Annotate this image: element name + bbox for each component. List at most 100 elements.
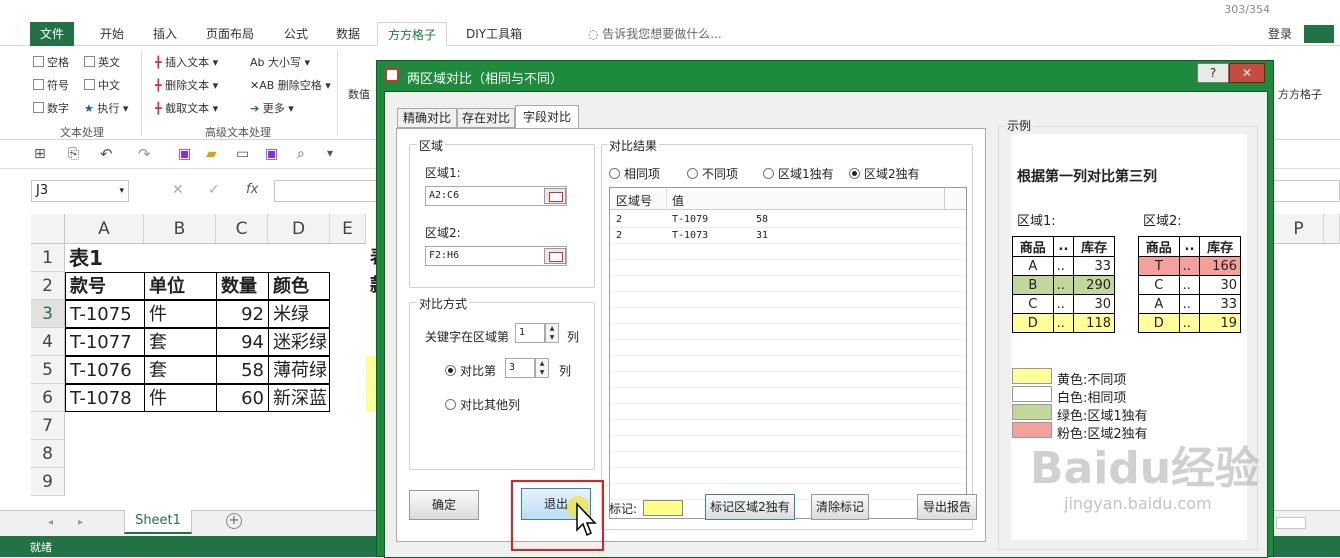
scroll-right-icon[interactable]: ▸	[78, 517, 83, 528]
check-number[interactable]: 数字	[33, 100, 69, 116]
column-header[interactable]	[1324, 214, 1340, 244]
table-cell[interactable]: 件	[144, 384, 217, 412]
tab-diy-toolbox[interactable]: DIY工具箱	[456, 22, 532, 46]
table-cell[interactable]: 94	[216, 328, 269, 356]
compare-column-input[interactable]: 3	[505, 358, 535, 378]
copy-icon[interactable]: ⎘	[68, 146, 79, 162]
add-sheet-icon[interactable]: +	[226, 513, 242, 529]
row-header[interactable]: 2	[31, 272, 65, 300]
table-cell[interactable]: T-1078	[65, 384, 145, 412]
column-header[interactable]: D	[268, 214, 330, 244]
check-symbol[interactable]: 符号	[33, 77, 69, 93]
more-button[interactable]: ➔ 更多 ▾	[250, 100, 294, 116]
name-box[interactable]: J3 ▾	[31, 180, 129, 202]
login-link[interactable]: 登录	[1258, 22, 1302, 46]
tab-formulas[interactable]: 公式	[274, 22, 318, 46]
column-header[interactable]: A	[65, 214, 144, 244]
tab-field-compare[interactable]: 字段对比	[515, 105, 579, 129]
header-cell[interactable]: 款号	[65, 272, 145, 300]
save-icon[interactable]: ▣	[178, 146, 191, 162]
horizontal-scrollbar[interactable]	[1276, 517, 1306, 529]
table-cell[interactable]: 套	[144, 328, 217, 356]
enter-icon[interactable]: ✓	[208, 182, 220, 198]
print-preview-icon[interactable]: ⌕	[297, 146, 305, 162]
table-cell[interactable]: 薄荷绿	[268, 356, 330, 384]
export-report-button[interactable]: 导出报告	[917, 494, 977, 520]
delete-text-button[interactable]: ╋ 删除文本 ▾	[155, 77, 218, 93]
insert-text-button[interactable]: ╋ 插入文本 ▾	[155, 54, 218, 70]
row-header[interactable]: 3	[31, 300, 65, 328]
new-file-icon[interactable]: ▭	[236, 146, 249, 162]
tell-me-box[interactable]: ◌ 告诉我您想要做什么...	[578, 22, 732, 46]
tab-home[interactable]: 开始	[90, 22, 134, 46]
numeric-button[interactable]: 数值	[348, 86, 370, 102]
grid-icon[interactable]: ⊞	[34, 146, 46, 162]
range-select-icon[interactable]	[544, 188, 566, 204]
table-cell[interactable]: T-1076	[65, 356, 145, 384]
close-button[interactable]: ✕	[1229, 63, 1265, 83]
tab-exist-compare[interactable]: 存在对比	[457, 108, 515, 128]
radio-region2-only[interactable]: 区域2独有	[849, 165, 920, 182]
table-cell[interactable]: 58	[216, 356, 269, 384]
table-cell[interactable]: 92	[216, 300, 269, 328]
undo-icon[interactable]: ↶	[100, 145, 113, 163]
result-list[interactable]: 区域号 值 2 T-1079 58 2 T-1073 31	[609, 187, 967, 519]
row-header[interactable]: 5	[31, 356, 65, 384]
customize-icon[interactable]: ▾	[327, 146, 333, 160]
column-header[interactable]: C	[216, 214, 268, 244]
open-folder-icon[interactable]: ▰	[206, 146, 217, 162]
row-header[interactable]: 9	[31, 468, 65, 496]
scroll-left-icon[interactable]: ◂	[48, 517, 53, 528]
share-icon[interactable]	[1304, 25, 1334, 43]
tab-insert[interactable]: 插入	[143, 22, 187, 46]
table-cell[interactable]: 新深蓝	[268, 384, 330, 412]
check-space[interactable]: 空格	[33, 54, 69, 70]
cancel-icon[interactable]: ✕	[172, 182, 184, 198]
column-header[interactable]: B	[144, 214, 216, 244]
ok-button[interactable]: 确定	[409, 490, 479, 520]
row-header[interactable]: 7	[31, 412, 65, 440]
select-all-corner[interactable]	[31, 214, 65, 244]
tab-data[interactable]: 数据	[326, 22, 370, 46]
table-cell[interactable]: T-1075	[65, 300, 145, 328]
fx-icon[interactable]: fx	[246, 182, 258, 197]
row-header[interactable]: 4	[31, 328, 65, 356]
row-header[interactable]: 1	[31, 244, 65, 272]
table-cell[interactable]: 套	[144, 356, 217, 384]
mark-region2-button[interactable]: 标记区域2独有	[705, 494, 795, 520]
table-cell[interactable]: 迷彩绿	[268, 328, 330, 356]
redo-icon[interactable]: ↷	[138, 145, 151, 163]
tab-exact-compare[interactable]: 精确对比	[397, 108, 457, 128]
key-column-input[interactable]: 1	[515, 323, 545, 343]
table-cell[interactable]: 米绿	[268, 300, 330, 328]
radio-different[interactable]: 不同项	[687, 165, 738, 182]
save-as-icon[interactable]: ▣	[265, 146, 278, 162]
check-chinese[interactable]: 中文	[84, 77, 120, 93]
extract-text-button[interactable]: ╋ 截取文本 ▾	[155, 100, 218, 116]
radio-same[interactable]: 相同项	[609, 165, 660, 182]
column-header[interactable]: P	[1274, 214, 1324, 244]
help-button[interactable]: ?	[1197, 63, 1229, 83]
row-header[interactable]: 8	[31, 440, 65, 468]
header-cell[interactable]: 单位	[144, 272, 217, 300]
tab-page-layout[interactable]: 页面布局	[196, 22, 264, 46]
radio-region1-only[interactable]: 区域1独有	[763, 165, 834, 182]
clear-mark-button[interactable]: 清除标记	[811, 494, 869, 520]
mark-color-swatch[interactable]	[643, 500, 683, 516]
table-title[interactable]: 表1	[65, 244, 185, 272]
header-cell[interactable]: 数量	[216, 272, 269, 300]
check-english[interactable]: 英文	[84, 54, 120, 70]
sheet-tab[interactable]: Sheet1	[124, 510, 192, 534]
table-cell[interactable]: 件	[144, 300, 217, 328]
header-cell[interactable]: 颜色	[268, 272, 330, 300]
spinner-icon[interactable]: ▲ ▼	[535, 358, 549, 378]
spinner-icon[interactable]: ▲ ▼	[545, 323, 559, 343]
case-button[interactable]: Ab 大小写 ▾	[250, 54, 310, 70]
table-cell[interactable]: T-1077	[65, 328, 145, 356]
tab-file[interactable]: 文件	[30, 22, 75, 46]
radio-other-columns[interactable]: 对比其他列	[445, 396, 520, 413]
tab-fangfang[interactable]: 方方格子	[377, 22, 448, 46]
range-select-icon[interactable]	[544, 248, 566, 264]
row-header[interactable]: 6	[31, 384, 65, 412]
column-header[interactable]: E	[330, 214, 366, 244]
